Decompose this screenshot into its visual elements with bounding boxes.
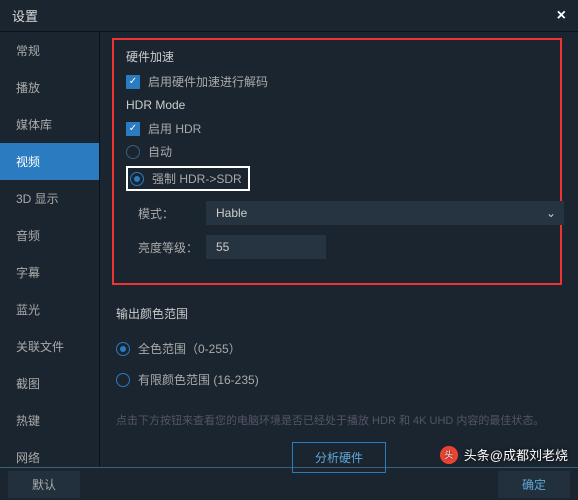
sidebar-item-hotkey[interactable]: 热键	[0, 402, 99, 439]
hdr-auto-radio[interactable]	[126, 145, 140, 159]
brightness-row: 亮度等级： 55	[126, 235, 548, 259]
watermark: 头 头条 @成都刘老烧	[440, 445, 568, 464]
mode-select[interactable]: Hable ⌄	[206, 201, 564, 225]
sidebar-item-general[interactable]: 常规	[0, 32, 99, 69]
mode-label: 模式：	[126, 205, 206, 222]
container: 常规 播放 媒体库 视频 3D 显示 音频 字幕 蓝光 关联文件 截图 热键 网…	[0, 32, 578, 467]
hdr-enable-label: 启用 HDR	[148, 120, 201, 137]
header: 设置 ×	[0, 0, 578, 32]
close-icon[interactable]: ×	[557, 7, 566, 25]
chevron-down-icon: ⌄	[546, 206, 556, 220]
limited-range-row: 有限颜色范围 (16-235)	[116, 371, 562, 388]
hw-decode-checkbox[interactable]	[126, 75, 140, 89]
sidebar-item-library[interactable]: 媒体库	[0, 106, 99, 143]
hw-decode-label: 启用硬件加速进行解码	[148, 73, 268, 90]
brightness-label: 亮度等级：	[126, 239, 206, 256]
hdr-auto-row: 自动	[126, 143, 548, 160]
sidebar-item-3d[interactable]: 3D 显示	[0, 180, 99, 217]
sidebar-item-playback[interactable]: 播放	[0, 69, 99, 106]
hdr-force-radio[interactable]	[130, 172, 144, 186]
hdr-force-row: 强制 HDR->SDR	[126, 166, 548, 191]
confirm-button[interactable]: 确定	[498, 471, 570, 498]
mode-row: 模式： Hable ⌄	[126, 201, 548, 225]
hdr-force-label: 强制 HDR->SDR	[152, 170, 242, 187]
limited-range-radio[interactable]	[116, 373, 130, 387]
limited-range-label: 有限颜色范围 (16-235)	[138, 371, 259, 388]
window-title: 设置	[12, 6, 38, 25]
sidebar-item-bluray[interactable]: 蓝光	[0, 291, 99, 328]
full-range-label: 全色范围（0-255）	[138, 340, 241, 357]
main-panel: 硬件加速 启用硬件加速进行解码 HDR Mode 启用 HDR 自动 强制 HD…	[100, 32, 578, 467]
brightness-spinner[interactable]: 55	[206, 235, 326, 259]
highlight-box: 硬件加速 启用硬件加速进行解码 HDR Mode 启用 HDR 自动 强制 HD…	[112, 38, 562, 285]
sidebar-item-assoc[interactable]: 关联文件	[0, 328, 99, 365]
hdr-mode-title: HDR Mode	[126, 98, 548, 112]
watermark-icon: 头	[440, 446, 458, 464]
analyze-hardware-button[interactable]: 分析硬件	[292, 442, 386, 473]
hdr-auto-label: 自动	[148, 143, 172, 160]
brightness-value: 55	[216, 240, 229, 254]
full-range-radio[interactable]	[116, 342, 130, 356]
hw-accel-title: 硬件加速	[126, 48, 548, 65]
sidebar: 常规 播放 媒体库 视频 3D 显示 音频 字幕 蓝光 关联文件 截图 热键 网…	[0, 32, 100, 467]
sidebar-item-screenshot[interactable]: 截图	[0, 365, 99, 402]
hdr-enable-row: 启用 HDR	[126, 120, 548, 137]
watermark-handle: @成都刘老烧	[490, 445, 568, 464]
output-range-title: 输出颜色范围	[116, 305, 562, 322]
full-range-row: 全色范围（0-255）	[116, 340, 562, 357]
sidebar-item-video[interactable]: 视频	[0, 143, 99, 180]
hw-decode-row: 启用硬件加速进行解码	[126, 73, 548, 90]
hint-text: 点击下方按钮来查看您的电脑环境是否已经处于播放 HDR 和 4K UHD 内容的…	[116, 412, 562, 428]
sidebar-item-audio[interactable]: 音频	[0, 217, 99, 254]
watermark-prefix: 头条	[464, 445, 490, 464]
sidebar-item-subtitle[interactable]: 字幕	[0, 254, 99, 291]
highlight-box-inner: 强制 HDR->SDR	[126, 166, 250, 191]
default-button[interactable]: 默认	[8, 471, 80, 498]
mode-value: Hable	[216, 206, 247, 220]
hdr-enable-checkbox[interactable]	[126, 122, 140, 136]
